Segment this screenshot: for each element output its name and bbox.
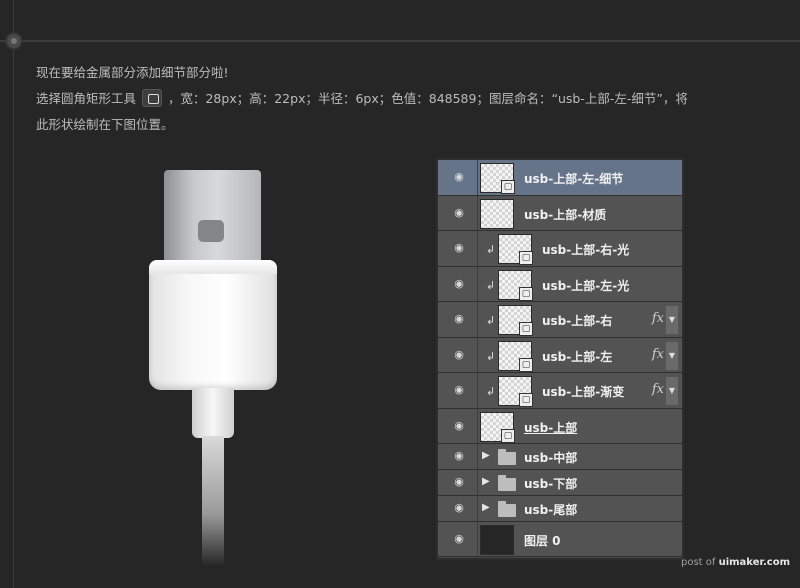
layer-row[interactable]: ◉ usb-上部-材质 <box>438 196 682 231</box>
vector-mask-icon: ▢ <box>519 322 533 336</box>
usb-metal-top <box>164 170 261 270</box>
layer-thumbnail: ▢ <box>498 305 533 336</box>
layer-effects-icon[interactable]: fx <box>652 347 664 362</box>
layer-thumbnail: ▢ <box>498 234 533 265</box>
layer-name: usb-上部 <box>524 420 578 435</box>
clipping-mask-icon: ↲ <box>486 385 496 398</box>
layer-thumbnail: ▢ <box>498 376 533 407</box>
instruction-line-2: 选择圆角矩形工具 ，宽：28px；高：22px；半径：6px；色值：848589… <box>36 86 786 112</box>
clipping-mask-icon: ↲ <box>486 314 496 327</box>
layer-thumbnail <box>480 198 514 229</box>
layer-name: 图层 0 <box>524 533 561 548</box>
layers-panel[interactable]: ◉ ▢ usb-上部-左-细节 ◉ usb-上部-材质 ◉ ↲ ▢ usb-上部-右-光 ◉ ↲ ▢ u… <box>436 158 684 560</box>
clipping-mask-icon: ↲ <box>486 349 496 363</box>
layer-name: usb-上部-右-光 <box>542 243 630 257</box>
folder-icon <box>498 449 516 465</box>
layer-name: usb-上部-右 <box>542 314 613 328</box>
vector-mask-icon: ▢ <box>519 357 533 372</box>
layer-row[interactable]: ◉ ▶ usb-下部 <box>438 470 682 496</box>
layer-row[interactable]: ◉ ▶ usb-中部 <box>438 444 682 470</box>
watermark: post of uimaker.com <box>681 557 790 568</box>
layer-row[interactable]: ◉ ↲ ▢ usb-上部-左 fx ▼ <box>438 338 682 373</box>
instruction-line-2-prefix: 选择圆角矩形工具 <box>36 91 137 106</box>
layer-row[interactable]: ◉ 图层 0 <box>438 522 682 557</box>
layer-name: usb-尾部 <box>524 503 578 517</box>
expand-arrow-icon[interactable]: ▶ <box>482 502 490 513</box>
clipping-mask-icon: ↲ <box>486 243 496 256</box>
eye-icon[interactable]: ◉ <box>446 419 472 432</box>
eye-icon[interactable]: ◉ <box>446 475 472 488</box>
usb-metal-detail <box>198 220 224 242</box>
layer-thumbnail: ▢ <box>498 269 533 301</box>
timeline-line <box>13 0 14 588</box>
eye-icon[interactable]: ◉ <box>446 501 472 514</box>
timeline-dot <box>5 32 23 50</box>
layer-thumbnail: ▢ <box>480 163 515 194</box>
layer-name: usb-中部 <box>524 451 578 465</box>
vector-mask-icon: ▢ <box>519 286 533 301</box>
eye-icon[interactable]: ◉ <box>446 206 472 219</box>
vector-mask-icon: ▢ <box>519 251 533 265</box>
layer-row[interactable]: ◉ ↲ ▢ usb-上部-渐变 fx ▼ <box>438 373 682 409</box>
layer-name: usb-下部 <box>524 477 578 491</box>
folder-icon <box>498 475 516 491</box>
eye-icon[interactable]: ◉ <box>446 241 472 254</box>
layer-name: usb-上部-渐变 <box>542 385 625 399</box>
vector-mask-icon: ▢ <box>519 393 533 407</box>
vector-mask-icon: ▢ <box>501 428 515 443</box>
layer-row[interactable]: ◉ ▢ usb-上部 <box>438 409 682 444</box>
eye-icon[interactable]: ◉ <box>446 532 472 545</box>
usb-plastic-body-top <box>149 260 277 274</box>
expand-arrow-icon[interactable]: ▶ <box>482 476 490 487</box>
layer-name: usb-上部-材质 <box>524 207 607 222</box>
layer-name: usb-上部-左-细节 <box>524 172 624 186</box>
section-divider <box>0 40 800 42</box>
eye-icon[interactable]: ◉ <box>446 449 472 462</box>
effects-expand-icon[interactable]: ▼ <box>666 341 678 370</box>
expand-arrow-icon[interactable]: ▶ <box>482 450 490 461</box>
layer-effects-icon[interactable]: fx <box>652 382 664 397</box>
layer-thumbnail <box>480 524 514 555</box>
layer-row[interactable]: ◉ ▶ usb-尾部 <box>438 496 682 522</box>
usb-illustration <box>140 160 300 570</box>
layer-thumbnail: ▢ <box>480 411 515 443</box>
instruction-line-3: 此形状绘制在下图位置。 <box>36 117 174 132</box>
usb-neck <box>192 388 234 438</box>
folder-icon <box>498 501 516 517</box>
eye-icon[interactable]: ◉ <box>446 277 472 290</box>
layer-row[interactable]: ◉ ↲ ▢ usb-上部-右 fx ▼ <box>438 302 682 338</box>
usb-cable <box>202 436 224 566</box>
layer-name: usb-上部-左-光 <box>542 278 630 293</box>
watermark-prefix: post of <box>681 557 719 568</box>
clipping-mask-icon: ↲ <box>486 278 496 292</box>
eye-icon[interactable]: ◉ <box>446 170 472 183</box>
rounded-rectangle-tool-icon <box>142 89 162 107</box>
eye-icon[interactable]: ◉ <box>446 383 472 396</box>
layer-effects-icon[interactable]: fx <box>652 311 664 326</box>
layer-row[interactable]: ◉ ↲ ▢ usb-上部-右-光 <box>438 231 682 267</box>
layer-name: usb-上部-左 <box>542 349 613 364</box>
layer-thumbnail: ▢ <box>498 340 533 372</box>
layer-row[interactable]: ◉ ▢ usb-上部-左-细节 <box>438 160 682 196</box>
instruction-line-1: 现在要给金属部分添加细节部分啦! <box>36 65 229 80</box>
instruction-text: 现在要给金属部分添加细节部分啦! 选择圆角矩形工具 ，宽：28px；高：22px… <box>36 60 786 138</box>
usb-plastic-body <box>149 260 277 390</box>
effects-expand-icon[interactable]: ▼ <box>666 306 678 334</box>
instruction-line-2-suffix: ，宽：28px；高：22px；半径：6px；色值：848589；图层命名：“us… <box>167 91 688 106</box>
watermark-brand: uimaker.com <box>718 557 790 568</box>
eye-icon[interactable]: ◉ <box>446 312 472 325</box>
vector-mask-icon: ▢ <box>501 180 515 194</box>
layer-row[interactable]: ◉ ↲ ▢ usb-上部-左-光 <box>438 267 682 302</box>
effects-expand-icon[interactable]: ▼ <box>666 377 678 405</box>
eye-icon[interactable]: ◉ <box>446 348 472 361</box>
